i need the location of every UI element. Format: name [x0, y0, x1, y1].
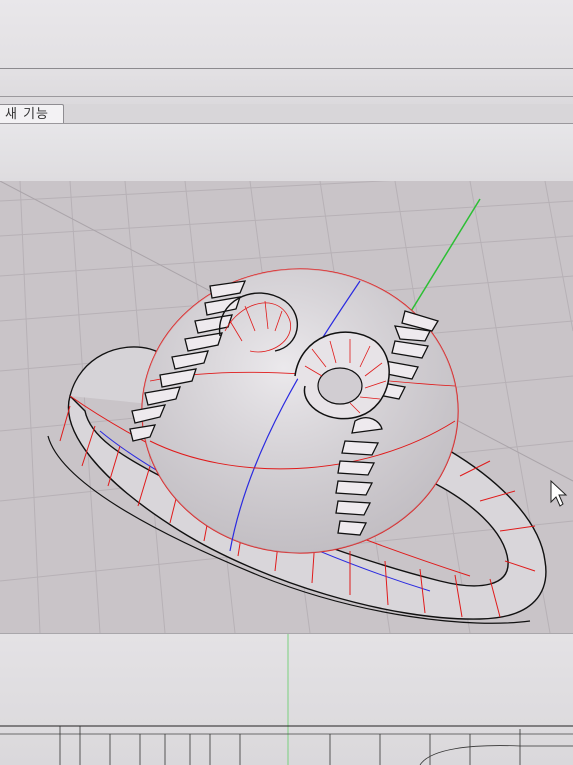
- window-title-area: [0, 0, 573, 104]
- bottom-viewport[interactable]: [0, 633, 573, 765]
- baseball-sphere: [141, 268, 459, 554]
- bottom-viewport-canvas: [0, 634, 573, 765]
- green-axis: [404, 198, 481, 322]
- divider: [0, 68, 573, 69]
- perspective-viewport[interactable]: [0, 181, 573, 633]
- tab-new-features[interactable]: 새 기능: [0, 104, 64, 124]
- tab-label: 새 기능: [5, 107, 50, 122]
- divider: [0, 96, 573, 97]
- toolbar-strip: [0, 123, 573, 182]
- viewport-canvas: [0, 181, 573, 633]
- mouse-pointer-icon: [550, 479, 568, 507]
